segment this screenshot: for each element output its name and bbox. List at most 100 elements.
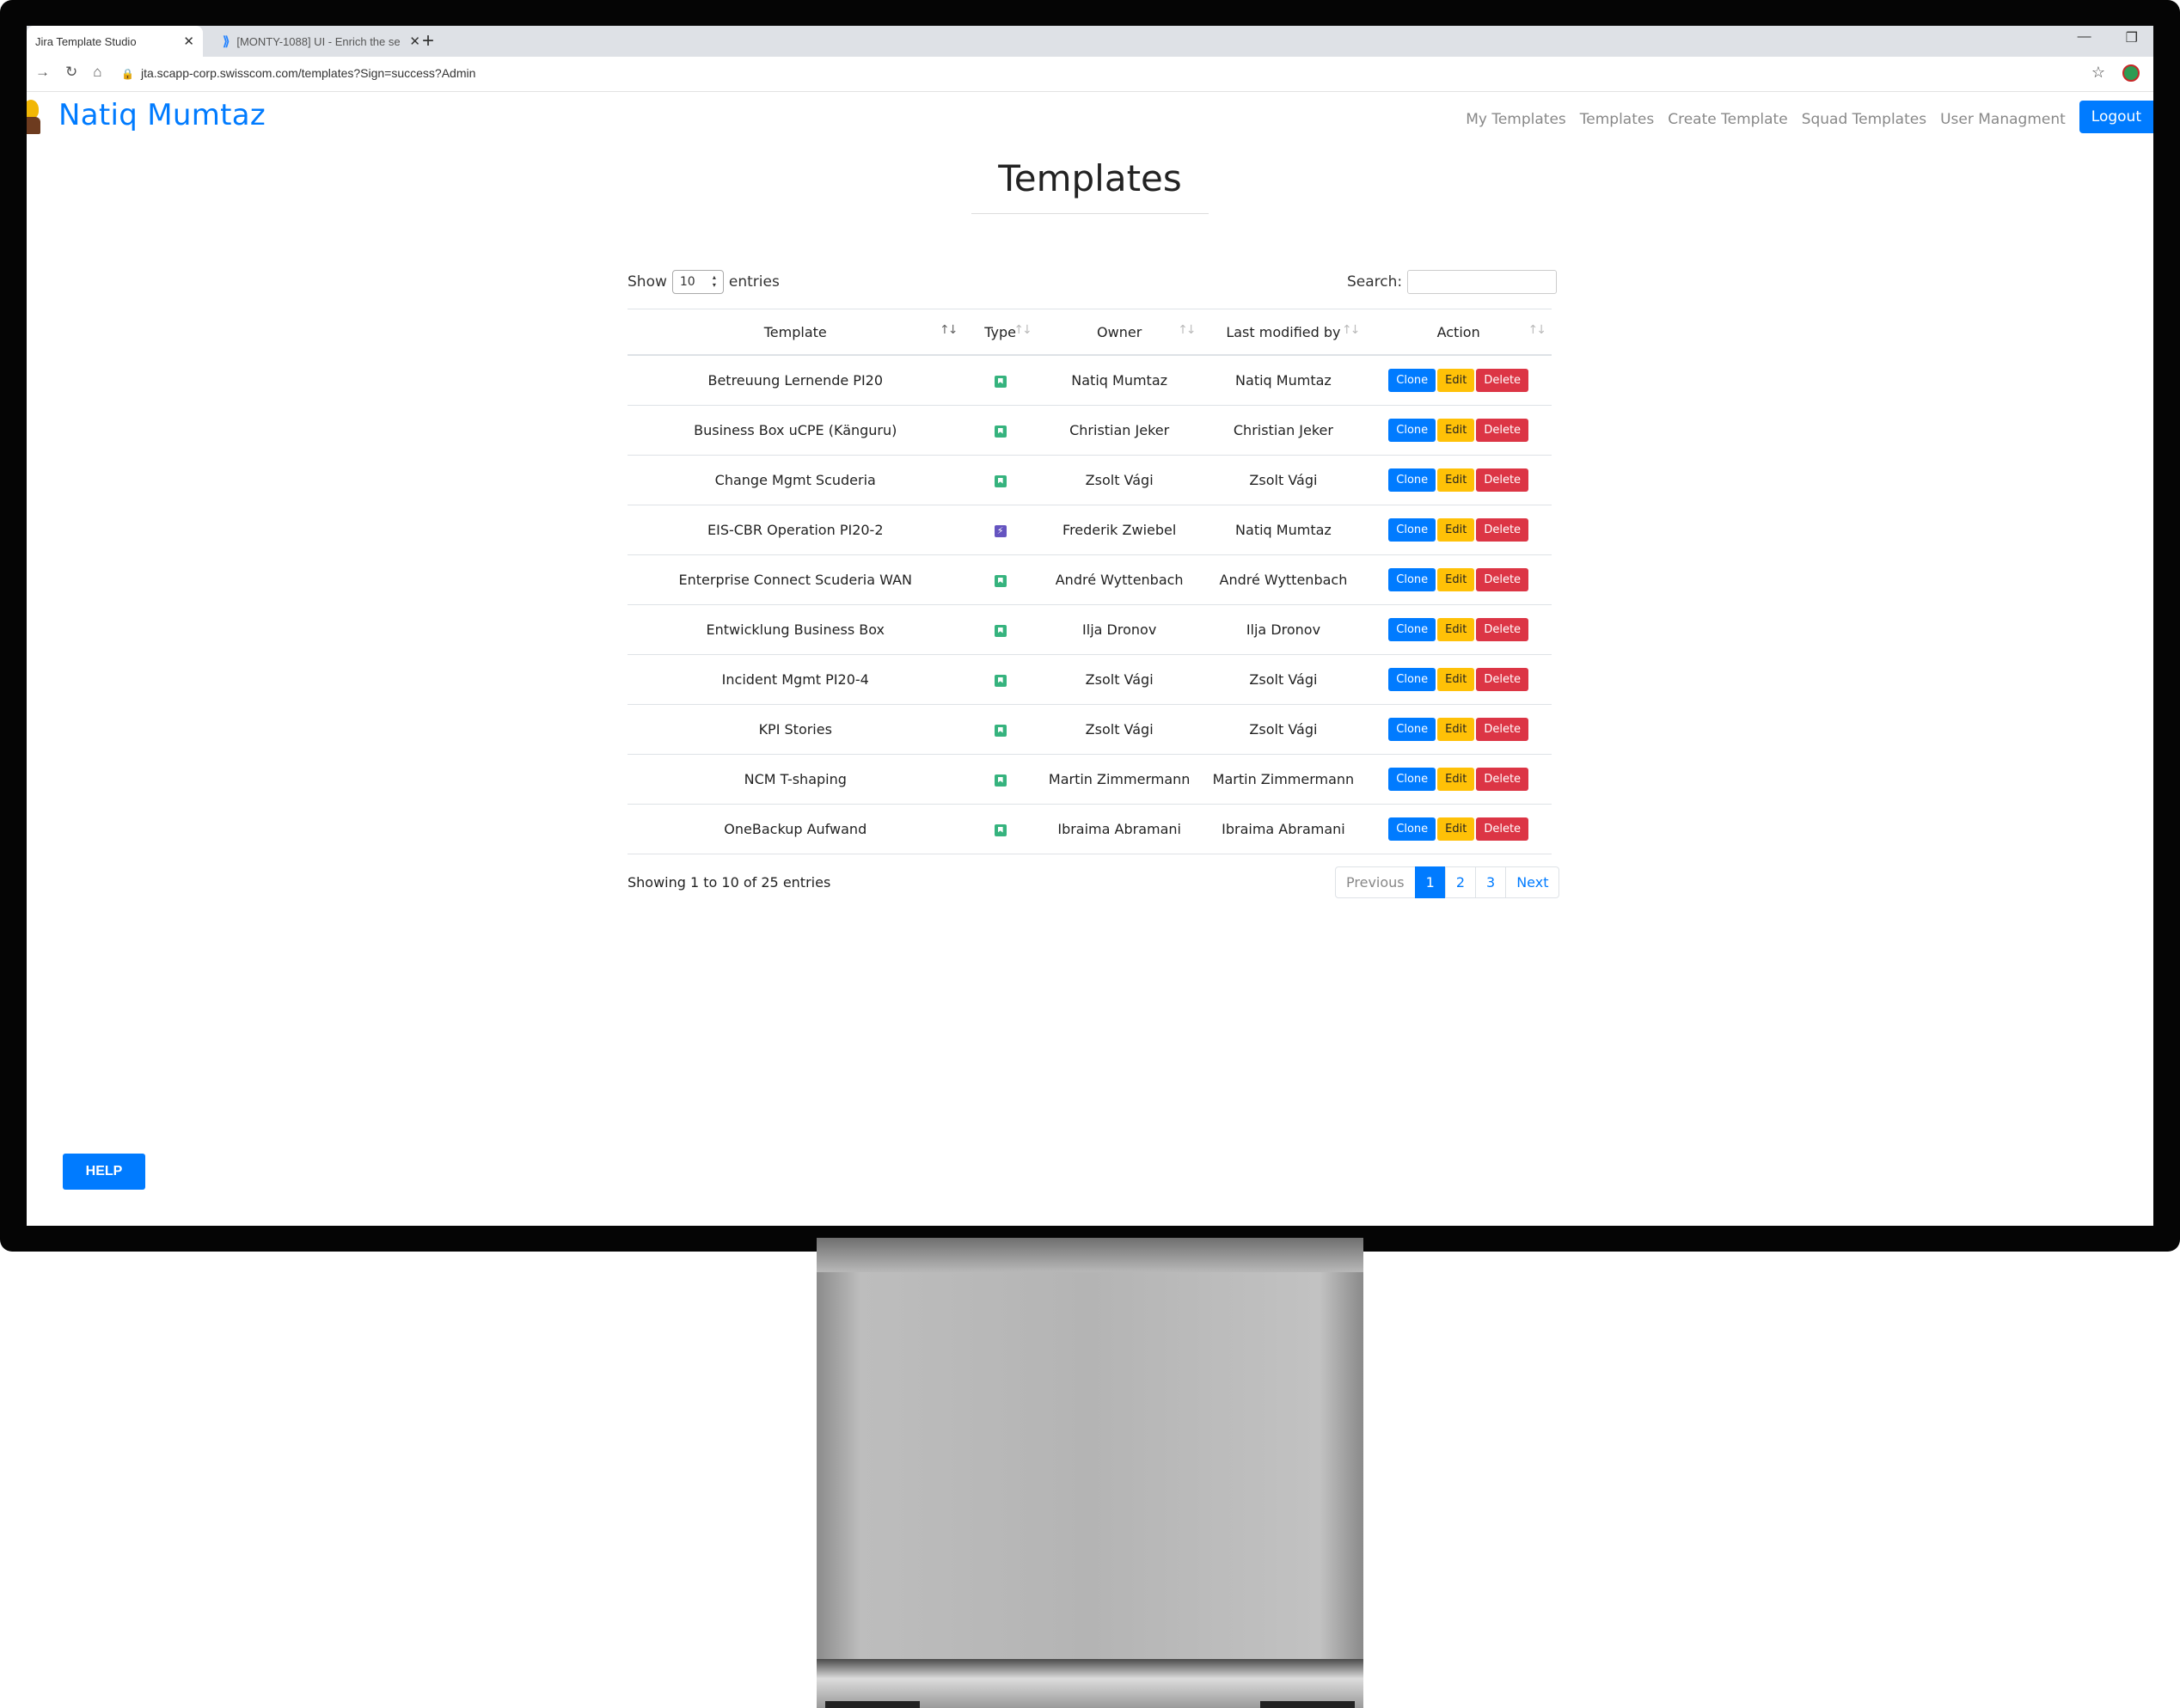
bookmark-star-icon[interactable]: ☆	[2091, 64, 2105, 82]
edit-button[interactable]: Edit	[1437, 369, 1475, 392]
table-row: Change Mgmt Scuderia Zsolt Vági Zsolt Vági…	[628, 455, 1552, 505]
clone-button[interactable]: Clone	[1388, 369, 1436, 392]
search-input[interactable]	[1407, 270, 1558, 294]
pagination-page-3[interactable]: 3	[1475, 866, 1507, 898]
action-cell: Clone Edit Delete	[1365, 505, 1552, 555]
edit-button[interactable]: Edit	[1437, 568, 1475, 591]
url-text: jta.scapp-corp.swisscom.com/templates?Si…	[140, 66, 476, 80]
clone-button[interactable]: Clone	[1388, 618, 1436, 641]
delete-button[interactable]: Delete	[1476, 369, 1529, 392]
forward-icon[interactable]: →	[35, 64, 50, 81]
browser-tab[interactable]: ⟫ [MONTY-1088] UI - Enrich the se ✕	[214, 26, 429, 57]
browser-tab-bar: Jira Template Studio ✕ ⟫ [MONTY-1088] UI…	[27, 26, 2153, 57]
modified-by-cell: Martin Zimmermann	[1201, 754, 1366, 805]
browser-tab-active[interactable]: Jira Template Studio ✕	[27, 26, 203, 57]
column-header-action[interactable]: Action ↑↓	[1365, 309, 1552, 356]
header-label: Action	[1436, 323, 1480, 340]
sort-icon: ↑↓	[1528, 323, 1547, 337]
header-label: Type	[984, 323, 1017, 340]
type-cell	[963, 455, 1038, 505]
action-cell: Clone Edit Delete	[1365, 455, 1552, 505]
minimize-icon[interactable]: —	[2078, 29, 2091, 46]
clone-button[interactable]: Clone	[1388, 518, 1436, 542]
url-field[interactable]: 🔒 jta.scapp-corp.swisscom.com/templates?S…	[121, 66, 475, 80]
story-type-icon	[994, 674, 1007, 687]
edit-button[interactable]: Edit	[1437, 468, 1475, 492]
tab-title: Jira Template Studio	[35, 34, 137, 48]
edit-button[interactable]: Edit	[1437, 668, 1475, 691]
edit-button[interactable]: Edit	[1437, 768, 1475, 791]
column-header-type[interactable]: Type ↑↓	[963, 309, 1038, 356]
table-row: KPI Stories Zsolt Vági Zsolt Vági Clone Edit…	[628, 704, 1552, 755]
reload-icon[interactable]: ↻	[65, 64, 77, 81]
owner-cell: Christian Jeker	[1037, 405, 1202, 456]
clone-button[interactable]: Clone	[1388, 817, 1436, 841]
nav-squad-templates[interactable]: Squad Templates	[1802, 111, 1926, 128]
table-row: Betreuung Lernende PI20 Natiq Mumtaz Natiq…	[628, 355, 1552, 406]
clone-button[interactable]: Clone	[1388, 668, 1436, 691]
action-cell: Clone Edit Delete	[1365, 405, 1552, 456]
action-cell: Clone Edit Delete	[1365, 604, 1552, 655]
clone-button[interactable]: Clone	[1388, 419, 1436, 442]
new-tab-icon[interactable]: +	[422, 29, 434, 53]
delete-button[interactable]: Delete	[1476, 768, 1529, 791]
clone-button[interactable]: Clone	[1388, 468, 1436, 492]
help-button[interactable]: HELP	[63, 1154, 145, 1190]
edit-button[interactable]: Edit	[1437, 618, 1475, 641]
close-tab-icon[interactable]: ✕	[409, 34, 420, 49]
extension-icon[interactable]	[2122, 64, 2140, 82]
pagination-page-2[interactable]: 2	[1444, 866, 1476, 898]
pagination-next[interactable]: Next	[1505, 866, 1560, 898]
clone-button[interactable]: Clone	[1388, 768, 1436, 791]
type-cell: ⚡	[963, 505, 1038, 555]
show-label: Show	[628, 273, 667, 291]
column-header-owner[interactable]: Owner ↑↓	[1037, 309, 1202, 356]
nav-user-management[interactable]: User Managment	[1940, 111, 2066, 128]
home-icon[interactable]: ⌂	[93, 64, 101, 81]
search-control: Search:	[1347, 270, 1558, 294]
screen: Jira Template Studio ✕ ⟫ [MONTY-1088] UI…	[27, 26, 2153, 1226]
template-name-cell: EIS-CBR Operation PI20-2	[628, 505, 964, 555]
table-row: OneBackup Aufwand Ibraima Abramani Ibraima…	[628, 804, 1552, 854]
pagination-previous[interactable]: Previous	[1335, 866, 1416, 898]
column-header-template[interactable]: Template ↑↓	[628, 309, 964, 356]
clone-button[interactable]: Clone	[1388, 718, 1436, 741]
table-row: Incident Mgmt PI20-4 Zsolt Vági Zsolt Vági…	[628, 654, 1552, 705]
header-label: Owner	[1097, 323, 1142, 340]
edit-button[interactable]: Edit	[1437, 817, 1475, 841]
delete-button[interactable]: Delete	[1476, 518, 1529, 542]
delete-button[interactable]: Delete	[1476, 618, 1529, 641]
title-divider	[971, 213, 1209, 214]
top-nav: My Templates Templates Create Template S…	[1466, 101, 2153, 133]
delete-button[interactable]: Delete	[1476, 718, 1529, 741]
logout-button[interactable]: Logout	[2079, 101, 2153, 133]
brand-logo-icon	[27, 100, 40, 134]
column-header-last-modified[interactable]: Last modified by ↑↓	[1201, 309, 1366, 356]
type-cell	[963, 355, 1038, 406]
edit-button[interactable]: Edit	[1437, 419, 1475, 442]
delete-button[interactable]: Delete	[1476, 568, 1529, 591]
template-name-cell: Change Mgmt Scuderia	[628, 455, 964, 505]
delete-button[interactable]: Delete	[1476, 468, 1529, 492]
close-tab-icon[interactable]: ✕	[183, 34, 194, 49]
restore-icon[interactable]: ❐	[2126, 29, 2138, 46]
edit-button[interactable]: Edit	[1437, 518, 1475, 542]
brand-name[interactable]: Natiq Mumtaz	[58, 98, 266, 132]
delete-button[interactable]: Delete	[1476, 419, 1529, 442]
nav-create-template[interactable]: Create Template	[1668, 111, 1787, 128]
clone-button[interactable]: Clone	[1388, 568, 1436, 591]
nav-my-templates[interactable]: My Templates	[1466, 111, 1566, 128]
entries-select[interactable]: 10	[671, 270, 724, 294]
entries-label: entries	[728, 273, 780, 291]
tab-title: [MONTY-1088] UI - Enrich the se	[236, 34, 401, 48]
type-cell	[963, 604, 1038, 655]
delete-button[interactable]: Delete	[1476, 817, 1529, 841]
pagination-page-1[interactable]: 1	[1414, 866, 1446, 898]
story-type-icon	[994, 774, 1007, 787]
edit-button[interactable]: Edit	[1437, 718, 1475, 741]
delete-button[interactable]: Delete	[1476, 668, 1529, 691]
story-type-icon	[994, 624, 1007, 637]
sort-icon: ↑↓	[940, 323, 958, 337]
story-type-icon	[994, 823, 1007, 836]
nav-templates[interactable]: Templates	[1580, 111, 1654, 128]
